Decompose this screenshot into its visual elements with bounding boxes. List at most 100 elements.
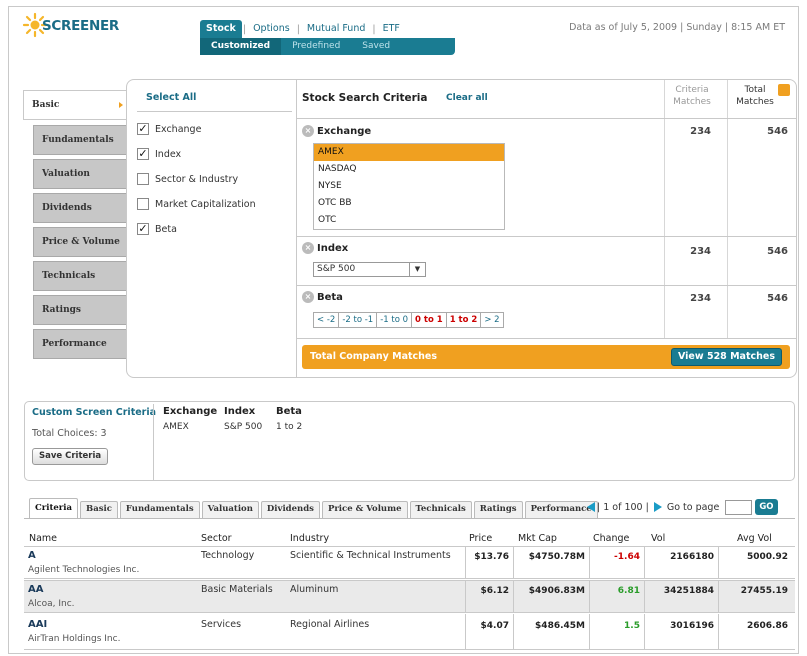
- table-row[interactable]: A Agilent Technologies Inc. Technology S…: [24, 546, 795, 579]
- row-ticker[interactable]: A: [28, 550, 36, 561]
- col-header-change: Change: [593, 533, 630, 544]
- beta-range-gt-2[interactable]: > 2: [481, 313, 503, 327]
- checkbox-label: Market Capitalization: [155, 198, 256, 210]
- results-tab-technicals[interactable]: Technicals: [409, 501, 472, 518]
- results-tab-valuation[interactable]: Valuation: [201, 501, 259, 518]
- results-tab-price-volume[interactable]: Price & Volume: [321, 501, 408, 518]
- row-mkt-cap: $486.45M: [535, 621, 585, 631]
- divider: [297, 285, 796, 286]
- cell-divider: [718, 614, 719, 650]
- table-row[interactable]: AAI AirTran Holdings Inc. Services Regio…: [24, 614, 795, 650]
- tab-options[interactable]: Options: [247, 20, 296, 38]
- row-avg-vol: 5000.92: [747, 552, 788, 562]
- checkbox-checked-icon: ✓: [137, 222, 149, 235]
- remove-icon[interactable]: ×: [302, 125, 314, 137]
- nav-basic[interactable]: Basic: [23, 90, 127, 120]
- subtab-saved[interactable]: Saved: [351, 38, 401, 55]
- tab-etf[interactable]: ETF: [377, 20, 406, 38]
- results-tab-ratings[interactable]: Ratings: [473, 501, 523, 518]
- collapse-icon[interactable]: [778, 84, 790, 96]
- exchange-option-amex[interactable]: AMEX: [314, 144, 504, 161]
- remove-icon[interactable]: ×: [302, 291, 314, 303]
- checkbox-beta[interactable]: ✓ Beta: [137, 223, 177, 235]
- exchange-option-nyse[interactable]: NYSE: [314, 178, 504, 195]
- exchange-option-nasdaq[interactable]: NASDAQ: [314, 161, 504, 178]
- divider: [297, 236, 796, 237]
- col-header-industry: Industry: [290, 533, 330, 544]
- divider: [137, 111, 292, 112]
- col-header-vol: Vol: [651, 533, 666, 544]
- checkbox-label: Exchange: [155, 123, 202, 135]
- row-mkt-cap: $4750.78M: [528, 552, 585, 562]
- next-page-icon[interactable]: [653, 502, 662, 512]
- exchange-listbox[interactable]: AMEX NASDAQ NYSE OTC BB OTC: [313, 143, 505, 230]
- checkbox-checked-icon: ✓: [137, 147, 149, 160]
- page-number-input[interactable]: [725, 499, 753, 515]
- tab-stock[interactable]: Stock: [200, 20, 242, 38]
- beta-range-lt-minus2[interactable]: < -2: [314, 313, 340, 327]
- checkbox-checked-icon: ✓: [137, 122, 149, 135]
- results-tabs: Criteria Basic Fundamentals Valuation Di…: [29, 498, 600, 518]
- save-criteria-button[interactable]: Save Criteria: [32, 448, 109, 465]
- select-all-link[interactable]: Select All: [146, 92, 196, 103]
- exchange-option-otc-bb[interactable]: OTC BB: [314, 195, 504, 212]
- col-header-sector: Sector: [201, 533, 232, 544]
- checkbox-sector-industry[interactable]: Sector & Industry: [137, 173, 238, 185]
- results-tab-dividends[interactable]: Dividends: [260, 501, 320, 518]
- beta-range-minus1-0[interactable]: -1 to 0: [377, 313, 413, 327]
- checkbox-index[interactable]: ✓ Index: [137, 148, 181, 160]
- results-tab-basic[interactable]: Basic: [80, 501, 118, 518]
- index-selected-value: S&P 500: [317, 264, 356, 274]
- col-header-price: Price: [469, 533, 493, 544]
- nav-performance[interactable]: Performance: [33, 329, 127, 359]
- beta-title: Beta: [317, 292, 343, 303]
- beta-range-0-1[interactable]: 0 to 1: [412, 313, 447, 327]
- subtab-predefined[interactable]: Predefined: [281, 38, 351, 55]
- row-sector: Services: [201, 619, 242, 630]
- row-ticker[interactable]: AAI: [28, 619, 47, 630]
- row-industry: Scientific & Technical Instruments: [290, 550, 451, 561]
- checkbox-exchange[interactable]: ✓ Exchange: [137, 123, 201, 135]
- col-header-mkt-cap: Mkt Cap: [518, 533, 557, 544]
- row-price: $4.07: [480, 621, 509, 631]
- custom-beta-value: 1 to 2: [276, 422, 303, 432]
- exchange-option-otc[interactable]: OTC: [314, 212, 504, 229]
- beta-range-minus2-minus1[interactable]: -2 to -1: [339, 313, 378, 327]
- previous-page-icon[interactable]: [587, 502, 595, 512]
- criteria-select-column: Select All ✓ Exchange ✓ Index Sector & I…: [127, 80, 297, 377]
- total-matches-bar: Total Company Matches View 528 Matches: [302, 345, 790, 369]
- view-matches-button[interactable]: View 528 Matches: [670, 348, 782, 366]
- cell-divider: [589, 614, 590, 650]
- table-row[interactable]: AA Alcoa, Inc. Basic Materials Aluminum …: [24, 580, 795, 613]
- custom-criteria-title: Custom Screen Criteria: [32, 407, 157, 418]
- tab-mutual-fund[interactable]: Mutual Fund: [301, 20, 371, 38]
- remove-icon[interactable]: ×: [302, 242, 314, 254]
- results-tab-criteria[interactable]: Criteria: [29, 498, 79, 518]
- nav-technicals[interactable]: Technicals: [33, 261, 127, 291]
- page-indicator: | 1 of 100 |: [597, 501, 649, 513]
- beta-range-1-2[interactable]: 1 to 2: [446, 313, 482, 327]
- nav-dividends[interactable]: Dividends: [33, 193, 127, 223]
- row-industry: Aluminum: [290, 584, 339, 595]
- nav-ratings[interactable]: Ratings: [33, 295, 127, 325]
- row-ticker[interactable]: AA: [28, 584, 43, 595]
- cell-divider: [513, 614, 514, 650]
- sub-nav: Customized Predefined Saved: [200, 38, 455, 55]
- row-company-name: AirTran Holdings Inc.: [28, 634, 121, 644]
- row-vol: 3016196: [670, 621, 714, 631]
- clear-all-link[interactable]: Clear all: [446, 93, 488, 103]
- checkbox-market-cap[interactable]: Market Capitalization: [137, 198, 256, 210]
- index-criteria-matches: 234: [690, 246, 711, 257]
- top-nav: Stock | Options | Mutual Fund | ETF: [200, 20, 406, 38]
- nav-fundamentals[interactable]: Fundamentals: [33, 125, 127, 155]
- beta-criteria-matches: 234: [690, 293, 711, 304]
- go-button[interactable]: GO: [755, 499, 778, 515]
- nav-price-volume[interactable]: Price & Volume: [33, 227, 127, 257]
- index-select[interactable]: S&P 500 ▼: [313, 262, 426, 277]
- nav-valuation[interactable]: Valuation: [33, 159, 127, 189]
- total-matches-header: Total Matches: [736, 85, 774, 107]
- results-tab-fundamentals[interactable]: Fundamentals: [119, 501, 200, 518]
- total-choices: Total Choices: 3: [32, 428, 107, 439]
- row-industry: Regional Airlines: [290, 619, 370, 630]
- subtab-customized[interactable]: Customized: [200, 38, 282, 55]
